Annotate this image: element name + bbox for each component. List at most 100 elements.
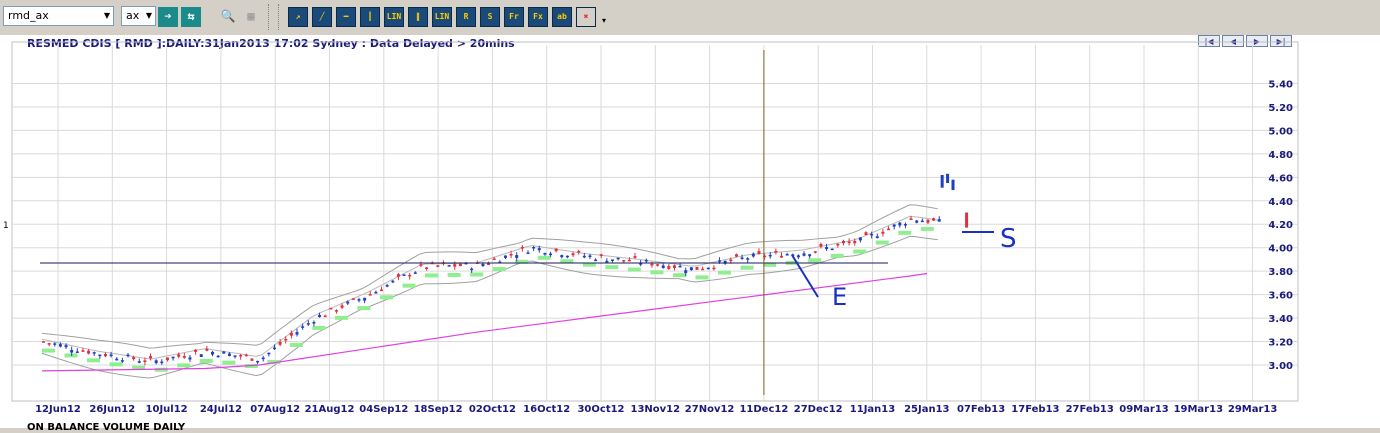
candle-body	[751, 253, 755, 257]
candle-body	[560, 255, 564, 258]
x-tick-label: 21Aug12	[305, 404, 355, 415]
candle-body	[543, 253, 547, 255]
signal-block	[853, 249, 867, 254]
candle-body	[577, 250, 581, 253]
chevron-down-icon[interactable]: ▼	[104, 7, 110, 25]
signal-block	[627, 267, 641, 272]
candle-body	[385, 285, 389, 287]
candle-body	[126, 354, 130, 357]
fibonacci-extension-tool[interactable]: Fx	[528, 7, 548, 27]
trendline-tool[interactable]: ╱	[312, 7, 332, 27]
candle-body	[453, 264, 457, 267]
candle-body	[109, 354, 113, 357]
y-tick-label: 4.20	[1268, 220, 1293, 231]
candle-body	[301, 326, 305, 328]
symbol-input[interactable]: rmd_ax ▼	[3, 6, 114, 26]
r-tool[interactable]: R	[456, 7, 476, 27]
candle-body	[588, 255, 592, 257]
toolbar-grip[interactable]	[278, 4, 282, 30]
find-disabled-button[interactable]: ▦	[241, 7, 261, 27]
signal-block	[177, 363, 191, 368]
symbol-input-value: rmd_ax	[8, 9, 49, 22]
signal-block	[718, 270, 732, 275]
candle-body	[278, 342, 282, 345]
candle-body	[847, 241, 851, 244]
signal-block	[470, 272, 484, 277]
exchange-select[interactable]: ax ▼	[121, 6, 156, 26]
candle-body	[115, 358, 119, 361]
x-tick-label: 10Jul12	[146, 404, 188, 415]
candle-body	[532, 246, 536, 249]
signal-block	[87, 358, 101, 363]
fibonacci-retracement-tool[interactable]: Fr	[504, 7, 524, 27]
candle-body	[75, 351, 79, 354]
delete-drawing-tool[interactable]: ✖	[576, 7, 596, 27]
toolbar-grip[interactable]	[268, 4, 272, 30]
candle-body	[718, 260, 722, 262]
entry-annotation-label: E	[832, 283, 847, 311]
vertical-line-tool[interactable]: ┃	[360, 7, 380, 27]
candle-body	[182, 356, 186, 358]
refresh-button[interactable]: ⇆	[181, 7, 201, 27]
candle-body	[526, 252, 530, 254]
x-tick-label: 07Feb13	[957, 404, 1005, 415]
candle-body	[780, 255, 784, 258]
candle-body	[656, 264, 660, 266]
candle-body	[951, 179, 955, 191]
candle-body	[295, 332, 299, 335]
y-tick-label: 4.80	[1268, 150, 1293, 161]
x-tick-label: 11Jan13	[850, 404, 895, 415]
x-tick-label: 07Aug12	[250, 404, 300, 415]
candle-body	[571, 253, 575, 256]
candle-body	[58, 344, 62, 347]
s-tool[interactable]: S	[480, 7, 500, 27]
candle-body	[137, 361, 141, 363]
y-tick-label: 3.60	[1268, 291, 1293, 302]
candle-body	[323, 315, 327, 318]
candle-body	[374, 291, 378, 294]
exchange-select-value: ax	[126, 9, 140, 22]
x-tick-label: 27Nov12	[685, 404, 735, 415]
y-tick-label: 4.00	[1268, 244, 1293, 255]
candle-body	[312, 322, 316, 324]
candle-body	[858, 237, 862, 241]
text-tool[interactable]: ab	[552, 7, 572, 27]
x-tick-label: 02Oct12	[469, 404, 516, 415]
candle-body	[120, 360, 124, 362]
candle-body	[622, 260, 626, 262]
candle-body	[599, 254, 603, 256]
parallel-lines-tool[interactable]: ∥	[408, 7, 428, 27]
draw-cursor-tool[interactable]: ↗	[288, 7, 308, 27]
signal-block	[222, 360, 236, 365]
candle-body	[937, 219, 941, 222]
find-button[interactable]: 🔍	[218, 7, 238, 27]
candle-body	[520, 246, 524, 249]
horizontal-line-tool[interactable]: ━	[336, 7, 356, 27]
candle-body	[565, 255, 569, 258]
lin-channel-tool[interactable]: LIN	[432, 7, 452, 27]
x-tick-label: 18Sep12	[414, 404, 463, 415]
x-tick-label: 26Jun12	[89, 404, 135, 415]
candle-body	[318, 314, 322, 318]
candle-body	[915, 220, 919, 223]
candle-body	[909, 218, 913, 220]
candle-body	[143, 360, 147, 363]
chevron-down-icon[interactable]: ▼	[146, 7, 152, 25]
linear-regression-tool[interactable]: LIN	[384, 7, 404, 27]
candle-body	[689, 267, 693, 271]
candle-body	[447, 265, 451, 267]
go-button[interactable]: ➔	[158, 7, 178, 27]
candle-body	[42, 341, 45, 343]
candle-body	[881, 231, 885, 234]
candle-body	[864, 232, 868, 236]
toolbar-overflow-icon[interactable]: ▾	[602, 16, 606, 25]
signal-block	[695, 275, 709, 280]
candle-body	[47, 343, 51, 345]
candle-body	[644, 259, 648, 262]
x-tick-label: 13Nov12	[631, 404, 681, 415]
candle-body	[932, 218, 936, 221]
signal-block	[380, 295, 394, 300]
candle-body	[149, 356, 153, 359]
candle-body	[940, 174, 944, 188]
price-chart[interactable]: 12Jun12 26Jun12 10Jul12 24Jul12 07Aug12 21Aug…	[0, 35, 1380, 428]
